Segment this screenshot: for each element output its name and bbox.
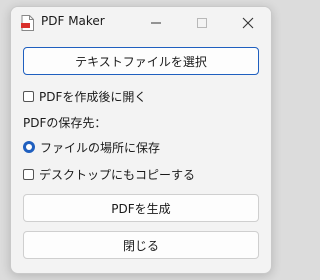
maximize-icon: [197, 18, 207, 28]
minimize-button[interactable]: [133, 7, 179, 39]
minimize-icon: [151, 22, 161, 24]
pdf-file-icon: [21, 15, 34, 31]
close-window-button[interactable]: [225, 7, 271, 39]
save-in-file-location-radio[interactable]: ファイルの場所に保存: [23, 138, 160, 156]
select-text-file-button[interactable]: テキストファイルを選択: [23, 47, 259, 75]
copy-to-desktop-checkbox[interactable]: デスクトップにもコピーする: [23, 165, 195, 183]
checkbox-box[interactable]: [23, 90, 34, 102]
pdf-maker-window: PDF Maker テキストファイルを選択 PDFを作成後に開く PDFの保存先…: [10, 6, 272, 274]
copy-to-desktop-label: デスクトップにもコピーする: [39, 167, 196, 182]
window-title: PDF Maker: [41, 14, 105, 28]
open-after-create-checkbox[interactable]: PDFを作成後に開く: [23, 87, 146, 105]
close-button[interactable]: 閉じる: [23, 231, 259, 259]
radio-selected[interactable]: [23, 141, 35, 153]
save-location-label: PDFの保存先：: [23, 116, 107, 130]
open-after-create-label: PDFを作成後に開く: [39, 89, 147, 104]
checkbox-box[interactable]: [23, 168, 34, 180]
title-bar[interactable]: PDF Maker: [11, 7, 271, 39]
close-icon: [242, 17, 254, 29]
generate-pdf-button[interactable]: PDFを生成: [23, 194, 259, 222]
save-in-file-location-label: ファイルの場所に保存: [40, 140, 161, 155]
maximize-button[interactable]: [179, 7, 225, 39]
